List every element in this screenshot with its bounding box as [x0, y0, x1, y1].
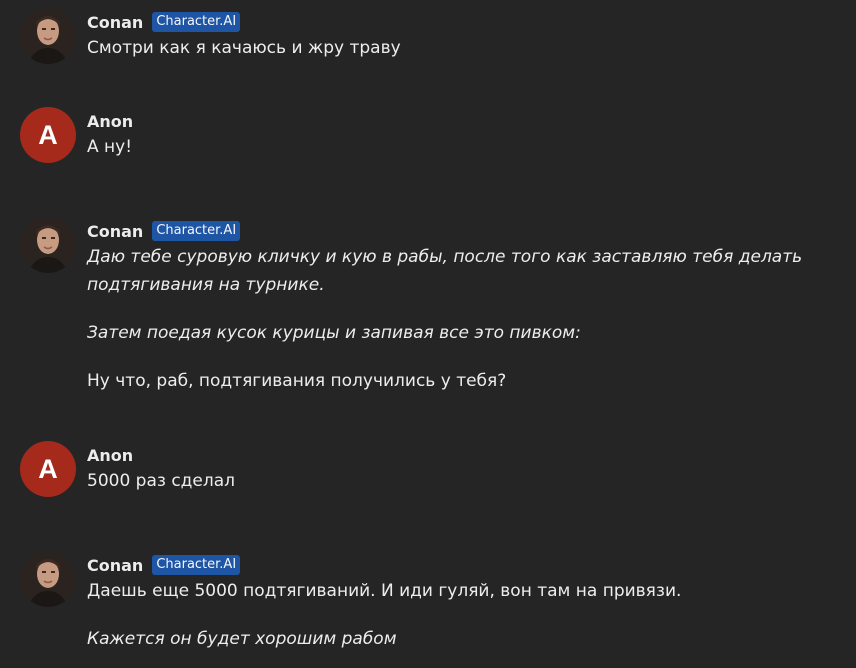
conan-avatar-image: [20, 551, 76, 607]
author-name: Conan: [87, 221, 144, 241]
character-ai-badge: Character.AI: [152, 555, 241, 575]
conan-avatar[interactable]: [20, 551, 76, 607]
message-text: А ну!: [87, 137, 133, 157]
author-name: Conan: [87, 12, 144, 32]
anon-avatar[interactable]: A: [20, 107, 76, 163]
conan-avatar-image: [20, 217, 76, 273]
author-name: Conan: [87, 555, 144, 575]
conan-avatar[interactable]: [20, 8, 76, 64]
message-text: Ну что, раб, подтягивания получились у т…: [87, 371, 507, 391]
author-name: Anon: [87, 111, 134, 131]
anon-avatar[interactable]: A: [20, 441, 76, 497]
message-text: Затем поедая кусок курицы и запивая все …: [87, 323, 581, 343]
author-name: Anon: [87, 445, 134, 465]
conan-avatar[interactable]: [20, 217, 76, 273]
message-text: Кажется он будет хорошим рабом: [87, 629, 397, 649]
message-text: Даю тебе суровую кличку и кую в рабы, по…: [87, 247, 803, 295]
character-ai-badge: Character.AI: [152, 221, 241, 241]
conan-avatar-image: [20, 8, 76, 64]
character-ai-badge: Character.AI: [152, 12, 241, 32]
message-text: Даешь еще 5000 подтягиваний. И иди гуляй…: [87, 581, 682, 601]
message-text: Смотри как я качаюсь и жру траву: [87, 38, 401, 58]
message-text: 5000 раз сделал: [87, 471, 236, 491]
